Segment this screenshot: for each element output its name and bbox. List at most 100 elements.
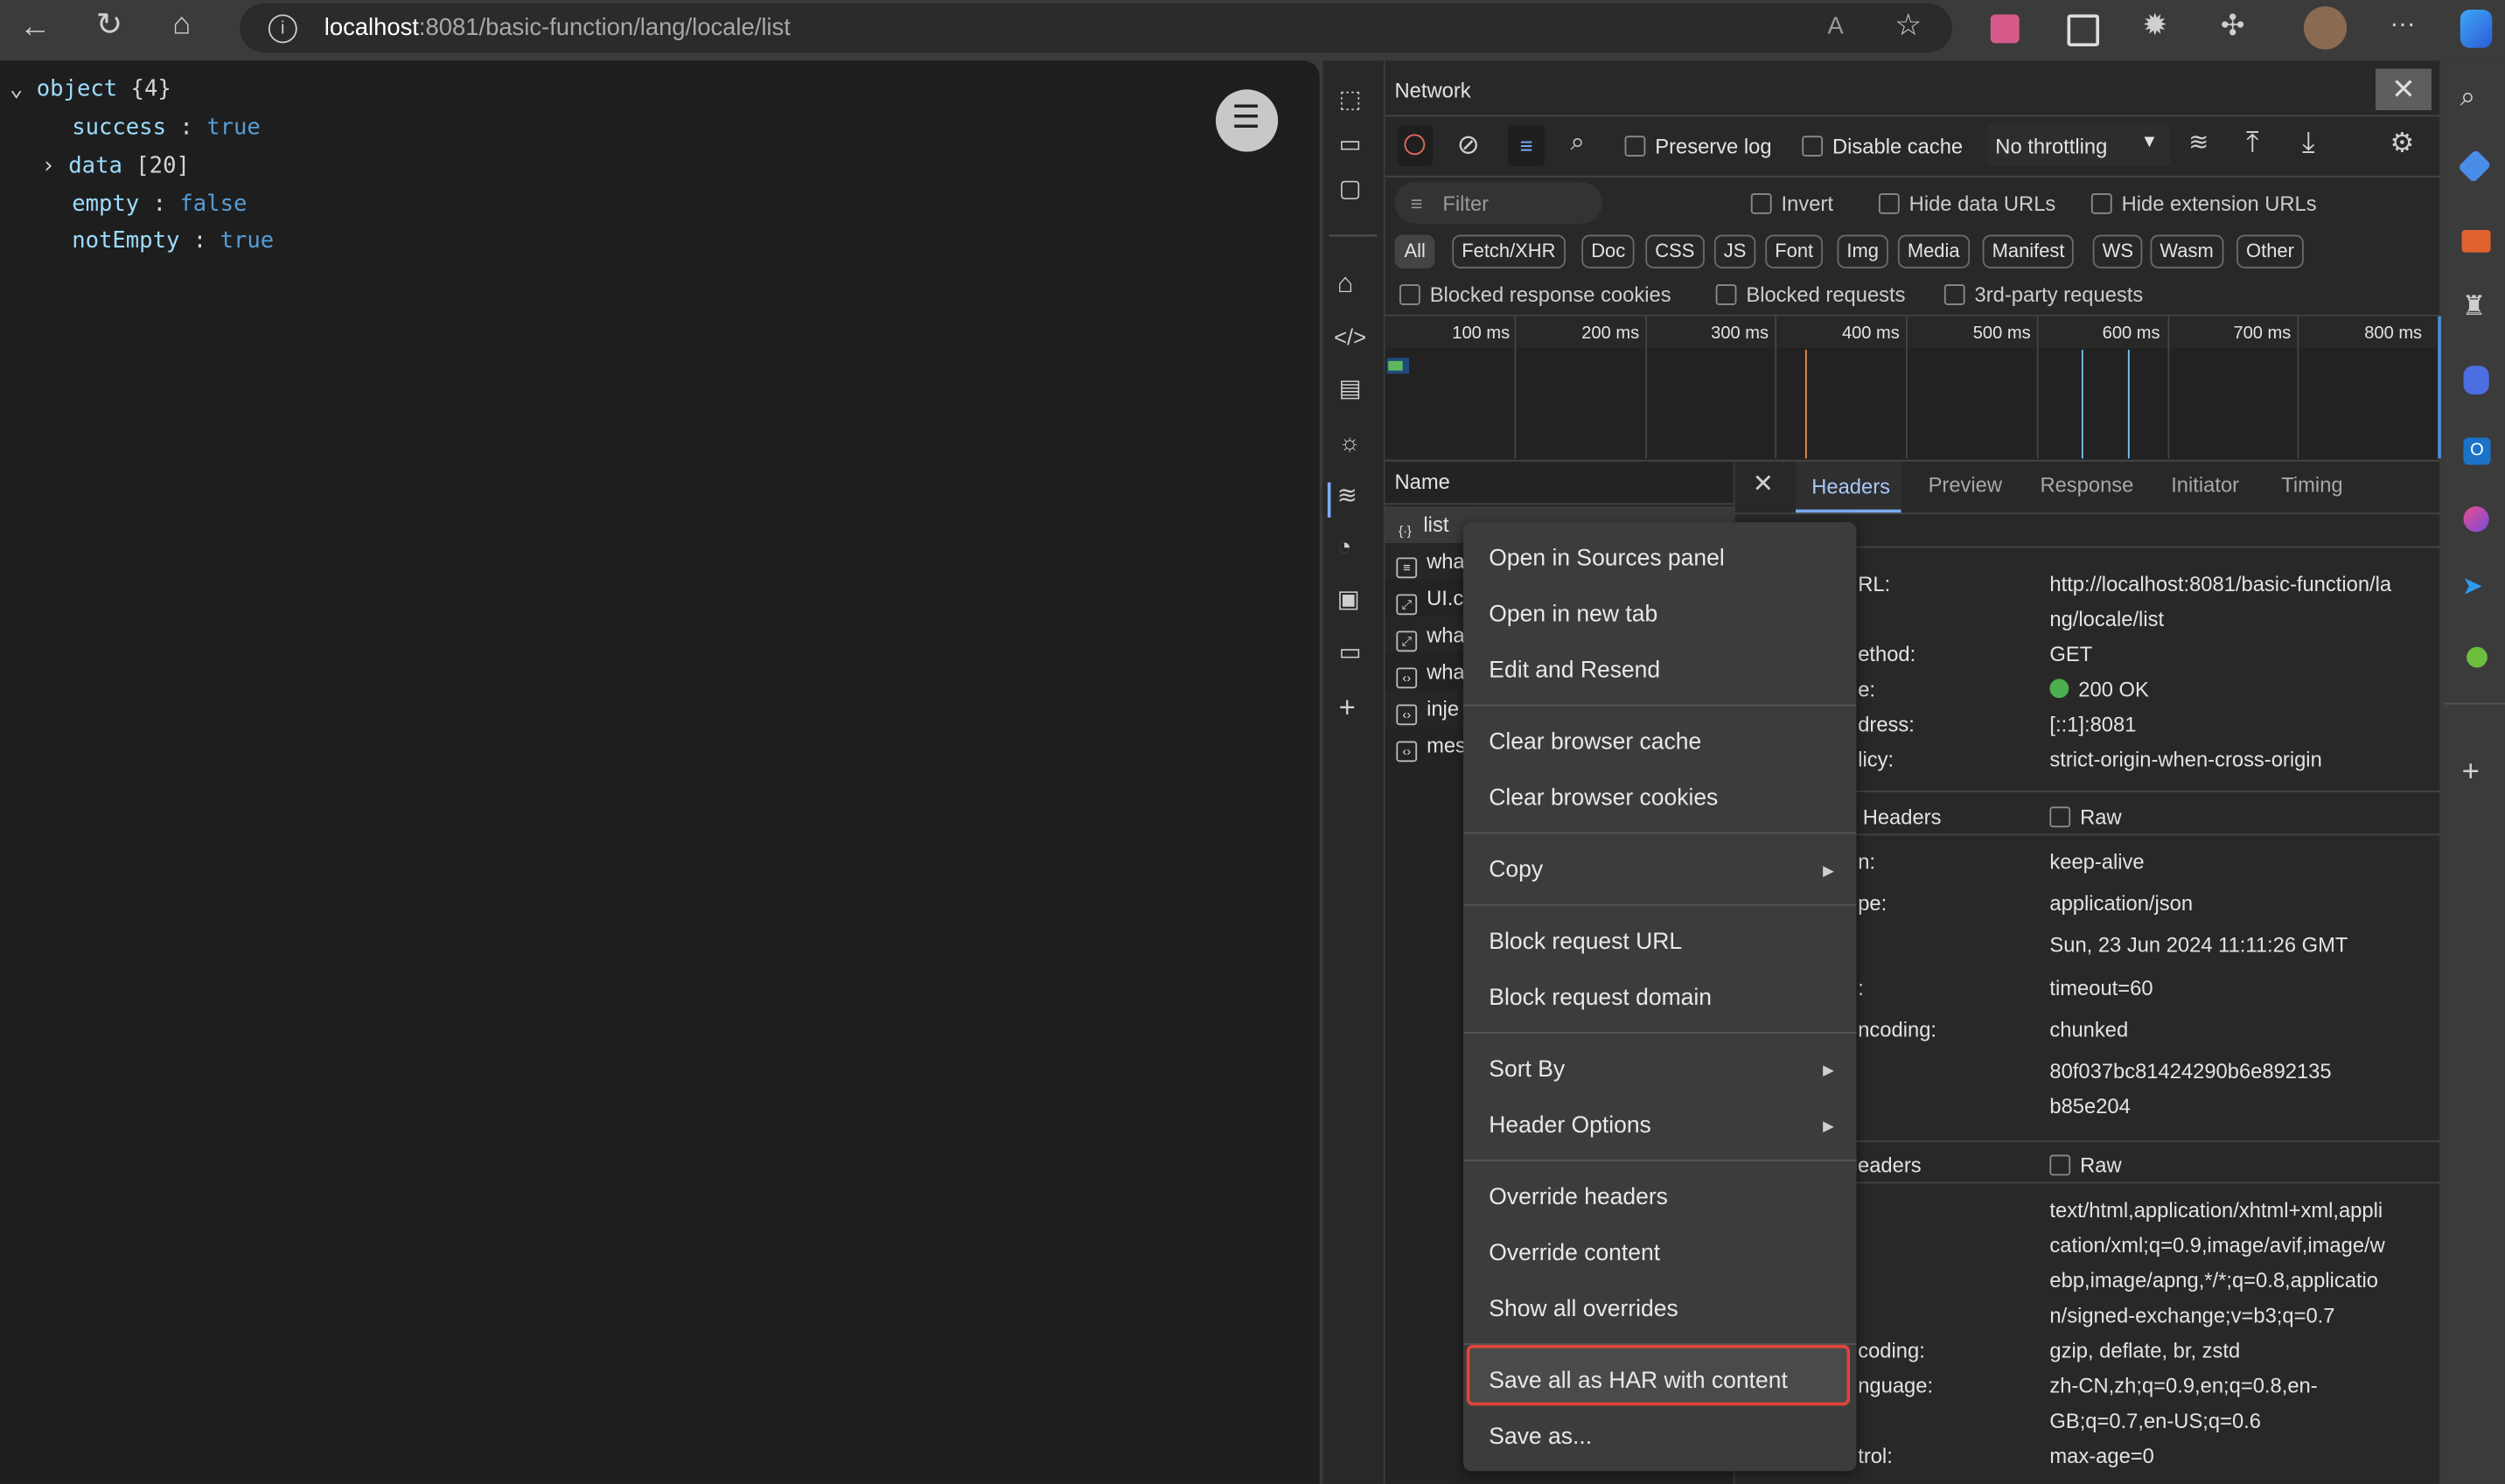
memory-chip-icon[interactable]: ▣ [1337, 588, 1360, 611]
raw-checkbox[interactable]: Raw [2049, 1153, 2122, 1177]
filter-placeholder: Filter [1442, 192, 1490, 216]
copilot-app-icon[interactable] [2463, 366, 2489, 395]
site-info-icon[interactable]: i [268, 14, 297, 44]
menu-item-block-domain[interactable]: Block request domain [1489, 986, 1712, 1011]
outlook-icon[interactable]: O [2463, 437, 2491, 465]
menu-item-edit-and-resend[interactable]: Edit and Resend [1489, 658, 1660, 684]
tab-headers[interactable]: Headers [1795, 461, 1901, 513]
submenu-arrow-icon: ▶ [1823, 862, 1834, 879]
viewer-menu-button[interactable]: ☰ [1215, 89, 1279, 152]
type-filter-ws[interactable]: WS [2092, 234, 2143, 268]
menu-item-block-url[interactable]: Block request URL [1489, 930, 1682, 955]
type-filter-media[interactable]: Media [1897, 234, 1970, 268]
response-headers-title[interactable]: Headers [1863, 805, 1942, 829]
welcome-home-icon[interactable]: ⌂ [1337, 270, 1354, 297]
more-tools-plus-icon[interactable]: + [1339, 693, 1356, 722]
elements-icon[interactable]: </> [1334, 326, 1366, 349]
menu-item-open-in-sources[interactable]: Open in Sources panel [1489, 547, 1724, 572]
preserve-log-checkbox[interactable]: Preserve log [1624, 134, 1772, 158]
type-filter-all[interactable]: All [1394, 234, 1435, 268]
menu-item-override-content[interactable]: Override content [1489, 1241, 1660, 1266]
profile-avatar[interactable] [2303, 6, 2348, 50]
third-party-checkbox[interactable]: 3rd-party requests [1943, 282, 2143, 307]
request-headers-title[interactable]: leaders [1853, 1153, 1922, 1177]
translate-extension-icon[interactable] [1990, 14, 2020, 44]
application-icon[interactable]: ▭ [1339, 640, 1362, 664]
type-filter-other[interactable]: Other [2236, 234, 2304, 268]
type-filter-doc[interactable]: Doc [1581, 234, 1636, 268]
close-devtools-button[interactable]: ✕ [2376, 68, 2432, 111]
games-chess-icon[interactable]: ♜ [2462, 292, 2487, 319]
network-conditions-icon[interactable]: ≋ [2188, 131, 2208, 155]
name-column-header[interactable]: Name [1395, 470, 1450, 493]
read-aloud-icon[interactable]: A [1828, 14, 1844, 38]
console-icon[interactable]: ▤ [1339, 377, 1362, 401]
performance-icon[interactable]: ◔ [1337, 535, 1352, 559]
shopping-tag-icon[interactable] [2457, 149, 2492, 184]
search-icon[interactable]: ⌕ [1570, 130, 1584, 157]
invert-checkbox[interactable]: Invert [1750, 192, 1833, 216]
throttling-select[interactable]: No throttling ▼ [1987, 124, 2172, 166]
gear-extension-icon[interactable]: ✹ [2142, 11, 2167, 42]
telegram-icon[interactable]: ➤ [2462, 575, 2483, 601]
export-har-icon[interactable]: ⤓ [2302, 128, 2315, 157]
network-wifi-icon[interactable]: ≋ [1337, 484, 1357, 507]
menu-item-clear-cache[interactable]: Clear browser cache [1489, 730, 1701, 756]
menu-item-copy[interactable]: Copy [1489, 858, 1543, 883]
menu-item-override-headers[interactable]: Override headers [1489, 1185, 1668, 1210]
extensions-puzzle-icon[interactable]: ✣ [2221, 11, 2245, 40]
blocked-cookies-checkbox[interactable]: Blocked response cookies [1399, 282, 1671, 307]
timeline-handle[interactable] [2438, 316, 2441, 459]
json-root[interactable]: ⌄ object {4} [10, 77, 171, 102]
menu-item-open-in-new-tab[interactable]: Open in new tab [1489, 603, 1657, 628]
type-filter-img[interactable]: Img [1837, 234, 1888, 268]
copilot-icon[interactable] [2460, 9, 2493, 48]
favorite-star-icon[interactable]: ☆ [1894, 11, 1922, 42]
raw-checkbox[interactable]: Raw [2049, 805, 2122, 829]
designer-icon[interactable] [2463, 506, 2489, 533]
add-app-plus-icon[interactable]: + [2462, 757, 2480, 788]
more-options-icon[interactable]: ··· [2390, 12, 2415, 38]
import-har-icon[interactable]: ⤒ [2246, 128, 2259, 157]
back-icon[interactable]: ← [19, 11, 52, 44]
address-bar[interactable]: i localhost:8081/basic-function/lang/loc… [239, 3, 1952, 53]
type-filter-font[interactable]: Font [1765, 234, 1824, 268]
tree-icon[interactable] [2467, 646, 2488, 668]
tab-response[interactable]: Response [2040, 473, 2133, 497]
close-details-icon[interactable]: ✕ [1753, 472, 1774, 498]
sources-bug-icon[interactable]: ☼ [1339, 431, 1361, 455]
type-filter-fetch-xhr[interactable]: Fetch/XHR [1452, 234, 1566, 268]
filter-toggle-icon[interactable]: ≡ [1508, 124, 1546, 166]
home-icon[interactable]: ⌂ [172, 10, 191, 40]
menu-item-sort-by[interactable]: Sort By [1489, 1057, 1565, 1083]
tab-preview[interactable]: Preview [1929, 473, 2002, 497]
type-filter-wasm[interactable]: Wasm [2150, 234, 2223, 268]
disable-cache-checkbox[interactable]: Disable cache [1802, 134, 1963, 158]
qr-code-extension-icon[interactable] [2067, 14, 2100, 46]
filter-input[interactable]: ≡ Filter [1394, 182, 1602, 224]
search-icon[interactable]: ⌕ [2460, 83, 2475, 110]
menu-item-header-options[interactable]: Header Options [1489, 1113, 1651, 1139]
record-button[interactable] [1398, 124, 1434, 166]
device-emulation-icon[interactable]: ▭ [1339, 133, 1362, 157]
type-filter-manifest[interactable]: Manifest [1982, 234, 2075, 268]
type-filter-js[interactable]: JS [1713, 234, 1756, 268]
menu-item-save-har-with-content[interactable]: Save all as HAR with content [1489, 1369, 1788, 1394]
menu-item-clear-cookies[interactable]: Clear browser cookies [1489, 786, 1718, 812]
blocked-requests-checkbox[interactable]: Blocked requests [1715, 282, 1906, 307]
inspect-element-icon[interactable]: ⬚ [1339, 87, 1362, 111]
dock-icon[interactable]: ▢ [1339, 178, 1362, 201]
reload-icon[interactable]: ↻ [96, 10, 123, 42]
tab-initiator[interactable]: Initiator [2171, 473, 2239, 497]
general-label: e: [1858, 677, 1876, 701]
settings-gear-icon[interactable]: ⚙ [2390, 129, 2414, 157]
menu-item-show-overrides[interactable]: Show all overrides [1489, 1297, 1678, 1322]
toolbox-icon[interactable] [2461, 230, 2491, 253]
json-field-data[interactable]: › data [20] [41, 153, 189, 178]
type-filter-css[interactable]: CSS [1645, 234, 1705, 268]
hide-extension-urls-checkbox[interactable]: Hide extension URLs [2090, 192, 2317, 216]
hide-data-urls-checkbox[interactable]: Hide data URLs [1878, 192, 2055, 216]
menu-item-save-as[interactable]: Save as... [1489, 1425, 1592, 1450]
tab-timing[interactable]: Timing [2281, 473, 2342, 497]
clear-icon[interactable]: ⊘ [1457, 131, 1480, 158]
